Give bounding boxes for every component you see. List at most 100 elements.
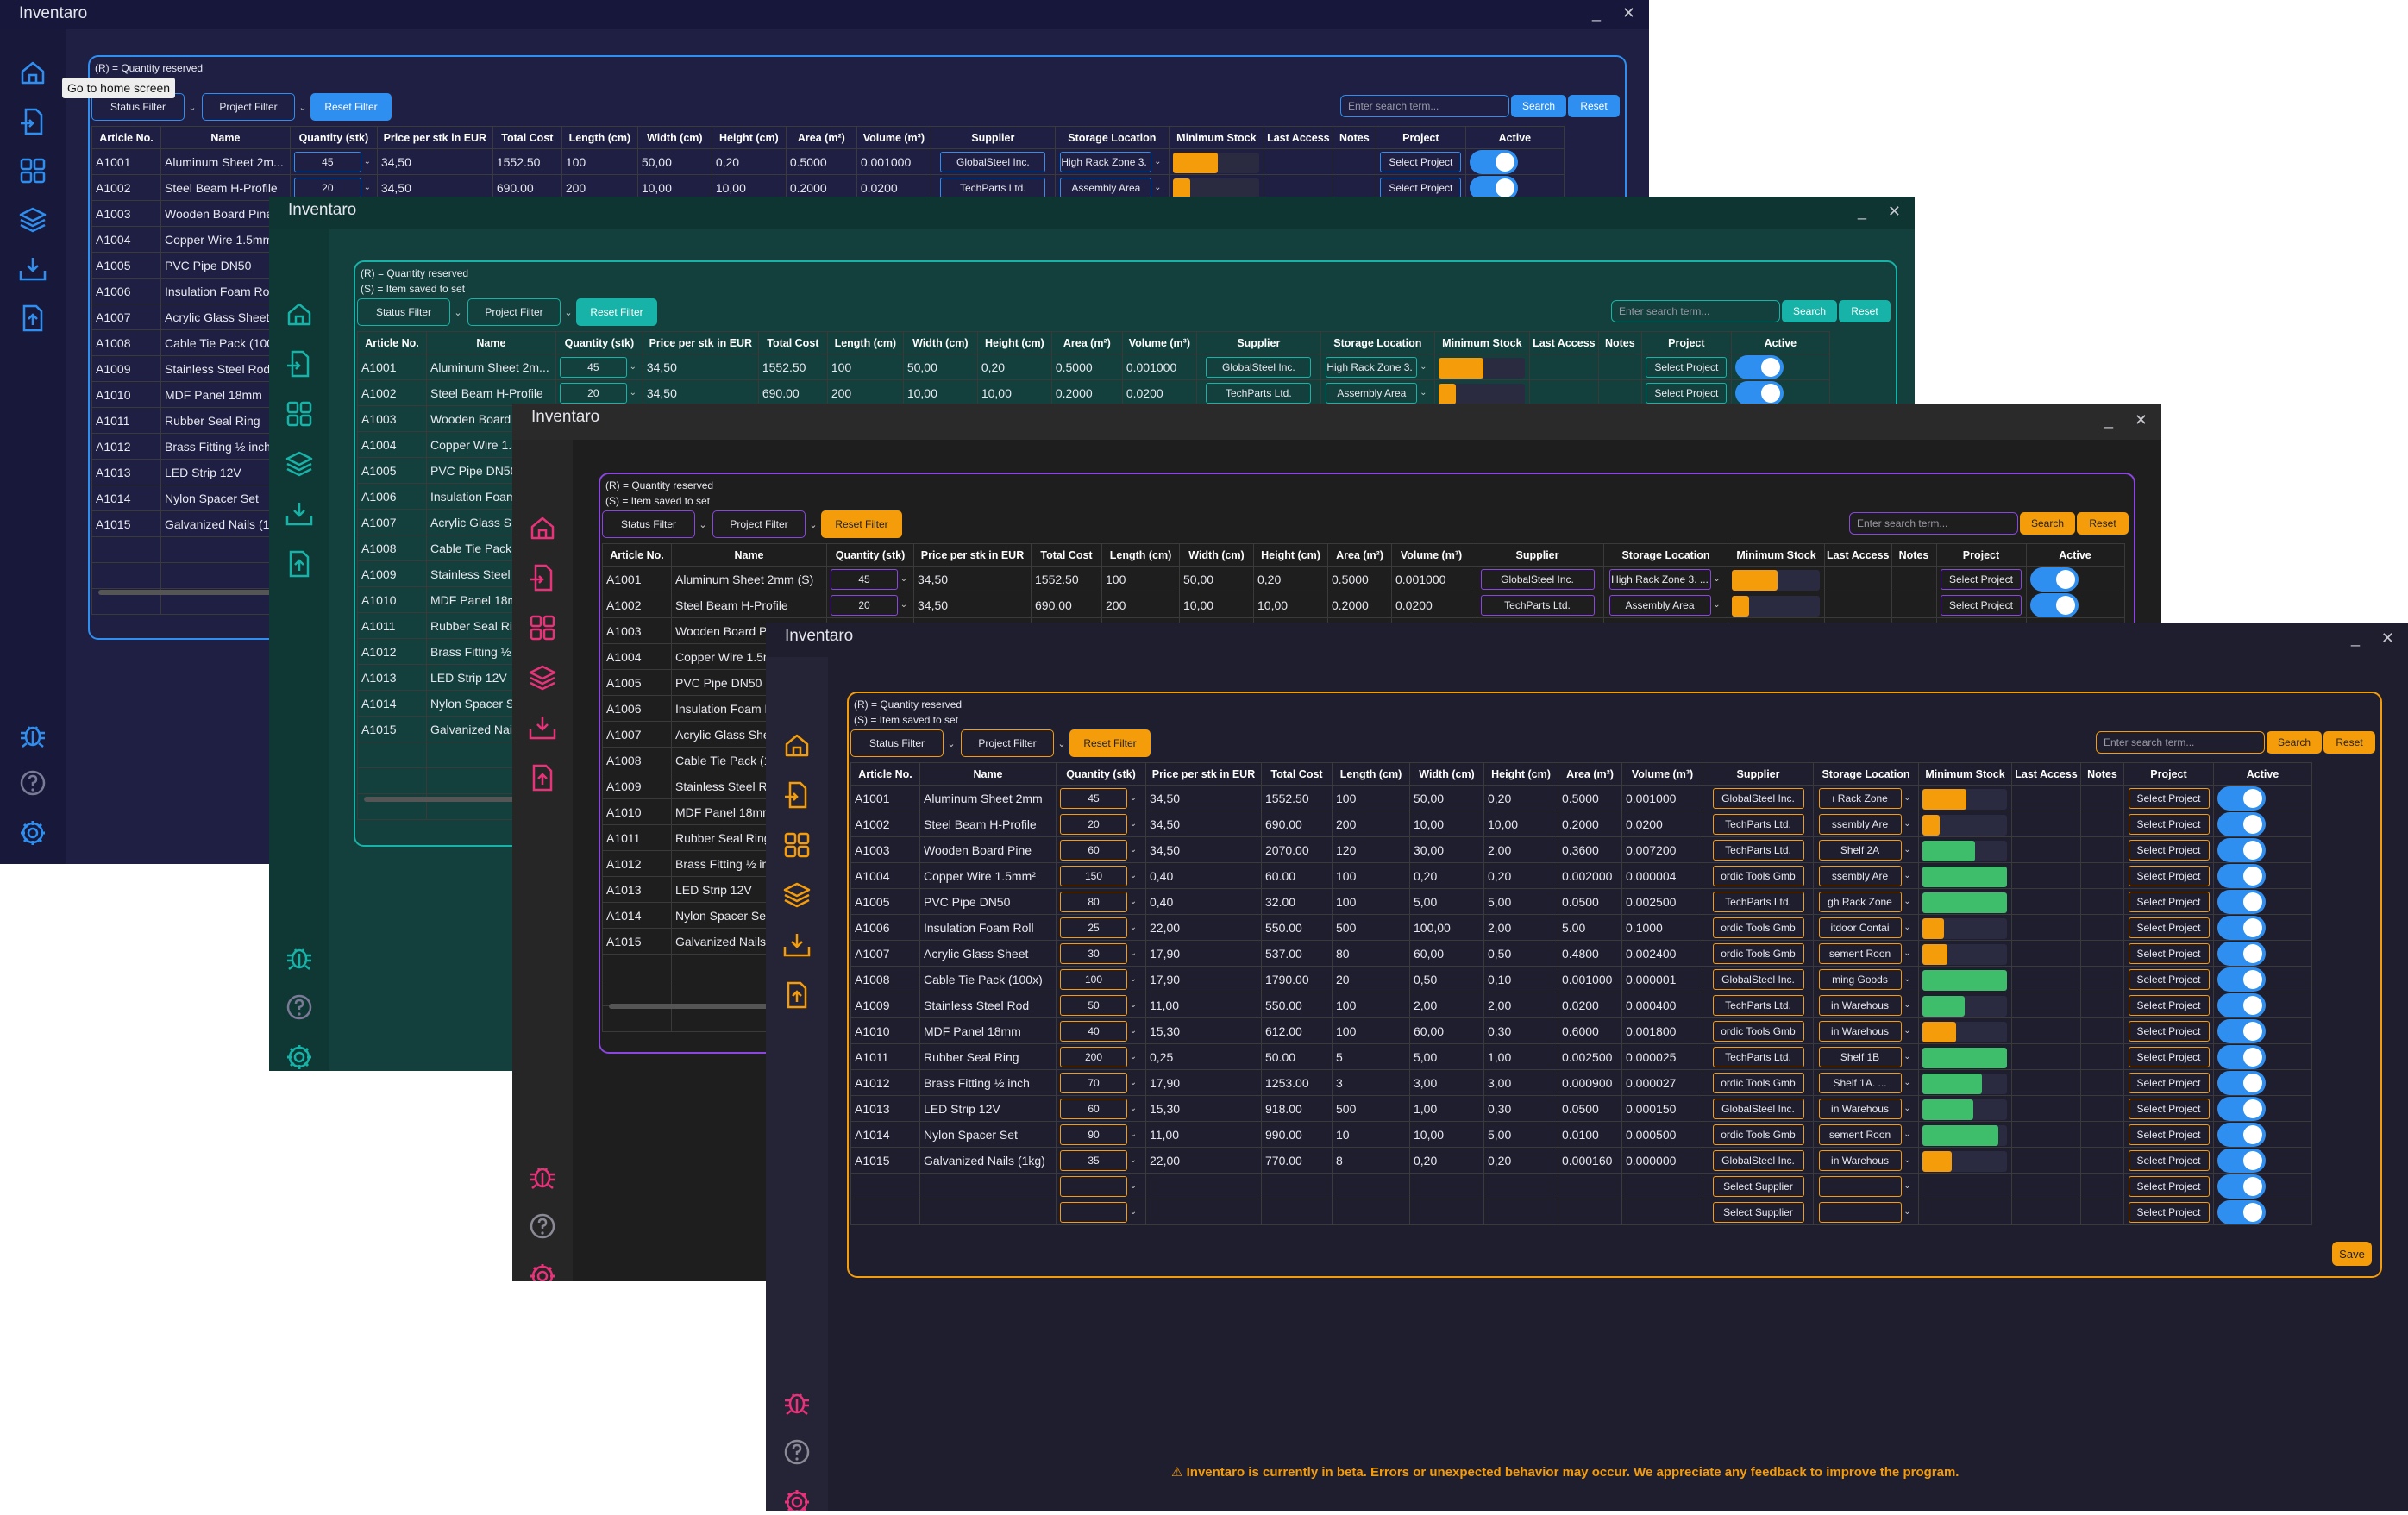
column-header[interactable]: Supplier: [930, 126, 1056, 149]
close-button[interactable]: ✕: [2135, 411, 2148, 429]
storage-location-select[interactable]: sement Roon: [1818, 1124, 1902, 1145]
quantity-input[interactable]: 70: [1060, 1072, 1127, 1093]
project-select[interactable]: Select Project: [1941, 594, 2022, 616]
active-toggle[interactable]: [2217, 1070, 2266, 1095]
chevron-down-icon[interactable]: ⌄: [361, 183, 373, 192]
chevron-down-icon[interactable]: ⌄: [898, 600, 910, 610]
reset-button[interactable]: Reset: [2323, 731, 2375, 754]
supplier-select[interactable]: GlobalSteel Inc.: [1712, 787, 1804, 809]
chevron-down-icon[interactable]: ⌄: [1127, 1052, 1139, 1061]
column-header[interactable]: Height (cm): [976, 331, 1052, 354]
chevron-down-icon[interactable]: ⌄: [1711, 600, 1723, 610]
quantity-input[interactable]: [1060, 1201, 1127, 1223]
notes-cell[interactable]: [2080, 966, 2124, 992]
export-icon[interactable]: [284, 548, 315, 579]
active-toggle[interactable]: [1734, 354, 1784, 379]
column-header[interactable]: Notes: [1891, 543, 1937, 567]
bug-icon[interactable]: [17, 719, 48, 750]
search-input[interactable]: Enter search term...: [2096, 731, 2265, 754]
supplier-select[interactable]: Select Supplier: [1712, 1201, 1804, 1223]
reset-filter-button[interactable]: Reset Filter: [821, 510, 902, 538]
storage-location-select[interactable]: ı Rack Zone: [1818, 787, 1902, 809]
settings-icon[interactable]: [17, 817, 48, 848]
column-header[interactable]: Supplier: [1703, 762, 1814, 786]
chevron-down-icon[interactable]: ⌄: [1417, 362, 1429, 372]
active-toggle[interactable]: [2217, 1044, 2266, 1069]
table-row[interactable]: ⌄ Select Supplier ⌄ Select Project: [850, 1173, 2312, 1199]
chevron-down-icon[interactable]: ⌄: [1711, 574, 1723, 584]
column-header[interactable]: Minimum Stock: [1168, 126, 1264, 149]
chevron-down-icon[interactable]: ⌄: [1127, 1078, 1139, 1087]
supplier-select[interactable]: Select Supplier: [1712, 1175, 1804, 1197]
storage-location-select[interactable]: Assembly Area: [1060, 177, 1152, 198]
project-select[interactable]: Select Project: [2128, 1098, 2210, 1119]
project-filter[interactable]: Project Filter: [467, 298, 561, 326]
storage-location-select[interactable]: sement Roon: [1818, 942, 1902, 964]
grid-icon[interactable]: [781, 829, 812, 861]
quantity-input[interactable]: 20: [293, 177, 361, 198]
table-row[interactable]: A1001 Aluminum Sheet 2mm 45 ⌄ 34,50 1552.50 10…: [850, 785, 2312, 811]
chevron-down-icon[interactable]: ⌄: [1127, 897, 1139, 906]
close-button[interactable]: ✕: [1888, 203, 1901, 221]
column-header[interactable]: Width (cm): [1179, 543, 1254, 567]
grid-icon[interactable]: [17, 155, 48, 186]
quantity-input[interactable]: 60: [1060, 839, 1127, 861]
export-icon[interactable]: [17, 303, 48, 334]
supplier-select[interactable]: ordic Tools Gmb: [1712, 1072, 1804, 1093]
project-select[interactable]: Select Project: [2128, 1020, 2210, 1042]
column-header[interactable]: Notes: [1332, 126, 1376, 149]
layers-icon[interactable]: [527, 662, 558, 693]
close-button[interactable]: ✕: [1622, 4, 1635, 22]
chevron-down-icon[interactable]: ⌄: [1902, 871, 1914, 880]
table-row[interactable]: A1001 Aluminum Sheet 2mm (S) 45 ⌄ 34,50 1552.…: [602, 566, 2125, 592]
table-row[interactable]: A1013 LED Strip 12V 60 ⌄ 15,30 918.00 500 1,00 0…: [850, 1095, 2312, 1122]
column-header[interactable]: Article No.: [602, 543, 672, 567]
quantity-input[interactable]: [1060, 1175, 1127, 1197]
notes-cell[interactable]: [2080, 1043, 2124, 1070]
column-header[interactable]: Supplier: [1471, 543, 1604, 567]
active-toggle[interactable]: [2217, 786, 2266, 811]
supplier-select[interactable]: GlobalSteel Inc.: [940, 151, 1046, 172]
notes-cell[interactable]: [2080, 1199, 2124, 1225]
save-button[interactable]: Save: [2332, 1242, 2372, 1266]
quantity-input[interactable]: 50: [1060, 994, 1127, 1016]
column-header[interactable]: Active: [2213, 762, 2312, 786]
active-toggle[interactable]: [1469, 149, 1518, 174]
import-icon[interactable]: [284, 348, 315, 379]
project-select[interactable]: Select Project: [2128, 1072, 2210, 1093]
chevron-down-icon[interactable]: ⌄: [1902, 1026, 1914, 1036]
storage-location-select[interactable]: ming Goods: [1818, 968, 1902, 990]
column-header[interactable]: Name: [919, 762, 1057, 786]
bug-icon[interactable]: [527, 1161, 558, 1192]
supplier-select[interactable]: GlobalSteel Inc.: [1712, 1098, 1804, 1119]
chevron-down-icon[interactable]: ⌄: [1902, 793, 1914, 803]
active-toggle[interactable]: [2217, 915, 2266, 940]
chevron-down-icon[interactable]: ⌄: [1127, 974, 1139, 984]
storage-location-select[interactable]: Shelf 1B: [1818, 1046, 1902, 1067]
storage-location-select[interactable]: High Rack Zone 3. ...: [1608, 568, 1711, 590]
chevron-down-icon[interactable]: ⌄: [1902, 819, 1914, 829]
project-select[interactable]: Select Project: [2128, 1201, 2210, 1223]
column-header[interactable]: Length (cm): [1101, 543, 1180, 567]
project-select[interactable]: Select Project: [2128, 839, 2210, 861]
chevron-down-icon[interactable]: ⌄: [1902, 1104, 1914, 1113]
chevron-down-icon[interactable]: ⌄: [1127, 845, 1139, 855]
column-header[interactable]: Minimum Stock: [1433, 331, 1530, 354]
layers-icon[interactable]: [284, 448, 315, 479]
column-header[interactable]: Total Cost: [1261, 762, 1333, 786]
chevron-down-icon[interactable]: ⌄: [450, 298, 466, 326]
chevron-down-icon[interactable]: ⌄: [1151, 183, 1163, 192]
supplier-select[interactable]: ordic Tools Gmb: [1712, 865, 1804, 886]
column-header[interactable]: Quantity (stk): [289, 126, 378, 149]
project-select[interactable]: Select Project: [1646, 356, 1728, 378]
column-header[interactable]: Article No.: [91, 126, 161, 149]
table-row[interactable]: A1015 Galvanized Nails (1kg) 35 ⌄ 22,00 770.0…: [850, 1147, 2312, 1174]
active-toggle[interactable]: [2217, 967, 2266, 992]
active-toggle[interactable]: [2217, 992, 2266, 1017]
storage-location-select[interactable]: itdoor Contai: [1818, 917, 1902, 938]
notes-cell[interactable]: [2080, 1173, 2124, 1199]
import-icon[interactable]: [781, 779, 812, 811]
column-header[interactable]: Active: [1730, 331, 1830, 354]
project-select[interactable]: Select Project: [2128, 1149, 2210, 1171]
column-header[interactable]: Area (m²): [1327, 543, 1392, 567]
